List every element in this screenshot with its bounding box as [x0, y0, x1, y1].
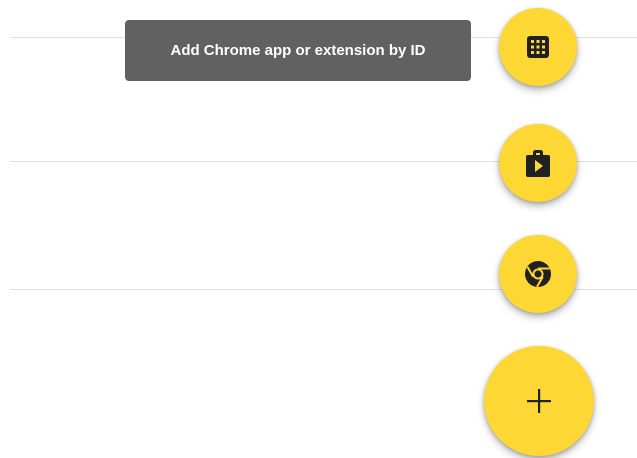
add-from-play-store-button[interactable] [499, 124, 577, 202]
apps-grid-icon [526, 35, 550, 59]
add-fab-button[interactable] [484, 346, 594, 456]
add-by-id-button[interactable] [499, 8, 577, 86]
play-store-icon [525, 148, 551, 178]
add-from-chrome-web-store-button[interactable] [499, 235, 577, 313]
chrome-icon [524, 260, 552, 288]
plus-icon [526, 388, 552, 414]
add-by-id-tooltip: Add Chrome app or extension by ID [125, 20, 471, 81]
